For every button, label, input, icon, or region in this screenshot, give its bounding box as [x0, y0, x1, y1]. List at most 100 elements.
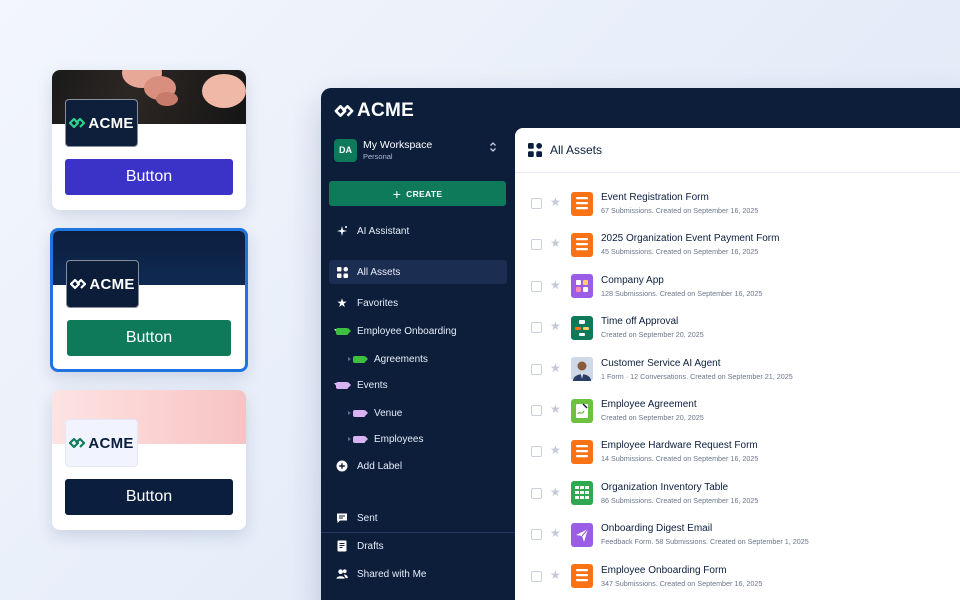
- sidebar-item-shared-with-me[interactable]: Shared with Me: [329, 562, 507, 586]
- sidebar: DA My Workspace Personal + CREATE AI Ass…: [321, 128, 515, 600]
- label-tag-icon: [353, 353, 368, 365]
- asset-row[interactable]: ★ Employee Onboarding Form 347 Submissio…: [515, 556, 960, 597]
- sidebar-item-favorites[interactable]: ★ Favorites: [329, 291, 507, 315]
- asset-name[interactable]: Employee Hardware Request Form: [601, 440, 758, 451]
- row-checkbox[interactable]: [531, 570, 542, 582]
- favorite-star-icon[interactable]: ★: [550, 568, 561, 582]
- asset-name[interactable]: Onboarding Digest Email: [601, 523, 809, 534]
- asset-row[interactable]: ★ Company App 128 Submissions. Created o…: [515, 266, 960, 307]
- workspace-switcher[interactable]: DA My Workspace Personal: [334, 136, 505, 164]
- sidebar-item-drafts[interactable]: Drafts: [329, 534, 507, 558]
- caret-right-icon: [348, 411, 351, 415]
- acme-logo-icon: [69, 117, 86, 129]
- sidebar-item-label: Shared with Me: [357, 568, 427, 580]
- logo-text: ACME: [89, 275, 135, 293]
- sidebar-item-sent[interactable]: Sent: [329, 506, 507, 530]
- row-checkbox[interactable]: [531, 487, 542, 499]
- label-tag-icon: [336, 325, 351, 337]
- asset-name[interactable]: Time off Approval: [601, 316, 704, 327]
- favorite-star-icon[interactable]: ★: [550, 236, 561, 250]
- asset-meta: 45 Submissions. Created on September 16,…: [601, 247, 759, 257]
- theme-card-1[interactable]: ACME Button: [52, 70, 246, 210]
- asset-row[interactable]: ★ 2025 Organization Event Payment Form 4…: [515, 224, 960, 265]
- label-tag-icon: [353, 433, 368, 445]
- message-icon: [336, 512, 348, 524]
- add-label-button[interactable]: Add Label: [329, 454, 507, 478]
- theme-card-2[interactable]: ACME Button: [50, 228, 248, 372]
- asset-meta: 14 Submissions. Created on September 16,…: [601, 454, 759, 464]
- asset-name[interactable]: Employee Agreement: [601, 399, 704, 410]
- asset-row[interactable]: ★ Customer Service AI Agent 1 Form · 12 …: [515, 349, 960, 390]
- sidebar-sublabel-venue[interactable]: Venue: [341, 401, 507, 425]
- form-icon: [571, 564, 593, 589]
- preview-button[interactable]: Button: [65, 159, 233, 195]
- grid-icon: [528, 143, 542, 157]
- sidebar-sublabel-employees[interactable]: Employees: [341, 427, 507, 451]
- sign-icon: [571, 398, 593, 423]
- favorite-star-icon[interactable]: ★: [550, 195, 561, 209]
- acme-logo-icon: [70, 278, 87, 290]
- row-checkbox[interactable]: [531, 239, 542, 251]
- favorite-star-icon[interactable]: ★: [550, 319, 561, 333]
- workflow-icon: [571, 315, 593, 340]
- star-icon: ★: [336, 296, 348, 310]
- asset-row[interactable]: ★ Employee Agreement Created on Septembe…: [515, 390, 960, 431]
- favorite-star-icon[interactable]: ★: [550, 402, 561, 416]
- logo-text: ACME: [88, 114, 134, 132]
- sparkle-icon: [336, 225, 348, 237]
- sidebar-item-label: Employees: [374, 433, 424, 445]
- asset-name[interactable]: Company App: [601, 275, 762, 286]
- favorite-star-icon[interactable]: ★: [550, 485, 561, 499]
- logo-text: ACME: [357, 100, 415, 121]
- sidebar-divider: [321, 532, 515, 533]
- workspace-name: My Workspace: [363, 139, 433, 151]
- sidebar-label-employee-onboarding[interactable]: Employee Onboarding: [329, 319, 507, 343]
- asset-row[interactable]: ★ Event Registration Form 67 Submissions…: [515, 183, 960, 224]
- asset-name[interactable]: Organization Inventory Table: [601, 482, 758, 493]
- create-button[interactable]: + CREATE: [329, 181, 506, 206]
- asset-row[interactable]: ★ Time off Approval Created on September…: [515, 307, 960, 348]
- asset-row[interactable]: ★ Onboarding Digest Email Feedback Form.…: [515, 514, 960, 555]
- create-label: CREATE: [406, 188, 443, 199]
- row-checkbox[interactable]: [531, 405, 542, 416]
- asset-name[interactable]: Employee Onboarding Form: [601, 565, 762, 576]
- asset-meta: Created on September 20, 2025: [601, 330, 704, 340]
- chevron-updown-icon[interactable]: [489, 141, 497, 153]
- asset-row[interactable]: ★ Employee Hardware Request Form 14 Subm…: [515, 431, 960, 472]
- row-checkbox[interactable]: [531, 529, 542, 541]
- row-checkbox[interactable]: [531, 446, 542, 458]
- favorite-star-icon[interactable]: ★: [550, 278, 561, 292]
- favorite-star-icon[interactable]: ★: [550, 526, 561, 540]
- sidebar-item-label: Sent: [357, 512, 378, 524]
- plus-icon: +: [392, 185, 402, 202]
- favorite-star-icon[interactable]: ★: [550, 361, 561, 375]
- asset-meta: 347 Submissions. Created on September 16…: [601, 578, 763, 588]
- sidebar-item-ai-assistant[interactable]: AI Assistant: [329, 219, 507, 243]
- favorite-star-icon[interactable]: ★: [550, 443, 561, 457]
- sidebar-item-label: Agreements: [374, 353, 428, 365]
- sidebar-item-all-assets[interactable]: All Assets: [329, 260, 507, 284]
- row-checkbox[interactable]: [531, 280, 542, 292]
- row-checkbox[interactable]: [531, 322, 542, 334]
- sidebar-item-label: Drafts: [357, 540, 384, 552]
- asset-meta: 86 Submissions. Created on September 16,…: [601, 495, 759, 505]
- asset-name[interactable]: Event Registration Form: [601, 192, 758, 203]
- sidebar-label-events[interactable]: Events: [329, 373, 507, 397]
- users-icon: [336, 568, 348, 580]
- asset-name[interactable]: Customer Service AI Agent: [601, 358, 793, 369]
- agent-avatar-icon: [571, 357, 593, 382]
- app-logo[interactable]: ACME: [334, 100, 414, 122]
- preview-button[interactable]: Button: [67, 320, 231, 356]
- sidebar-item-label: AI Assistant: [357, 225, 410, 237]
- form-icon: [571, 232, 593, 257]
- row-checkbox[interactable]: [531, 198, 542, 209]
- sidebar-sublabel-agreements[interactable]: Agreements: [341, 347, 507, 371]
- theme-card-3[interactable]: ACME Button: [52, 390, 246, 530]
- table-icon: [571, 481, 593, 506]
- asset-name[interactable]: 2025 Organization Event Payment Form: [601, 233, 779, 244]
- preview-button[interactable]: Button: [65, 479, 233, 515]
- row-checkbox[interactable]: [531, 363, 542, 375]
- caret-right-icon: [348, 437, 351, 441]
- asset-row[interactable]: ★ Organization Inventory Table 86 Submis…: [515, 473, 960, 514]
- acme-logo-icon: [334, 105, 354, 117]
